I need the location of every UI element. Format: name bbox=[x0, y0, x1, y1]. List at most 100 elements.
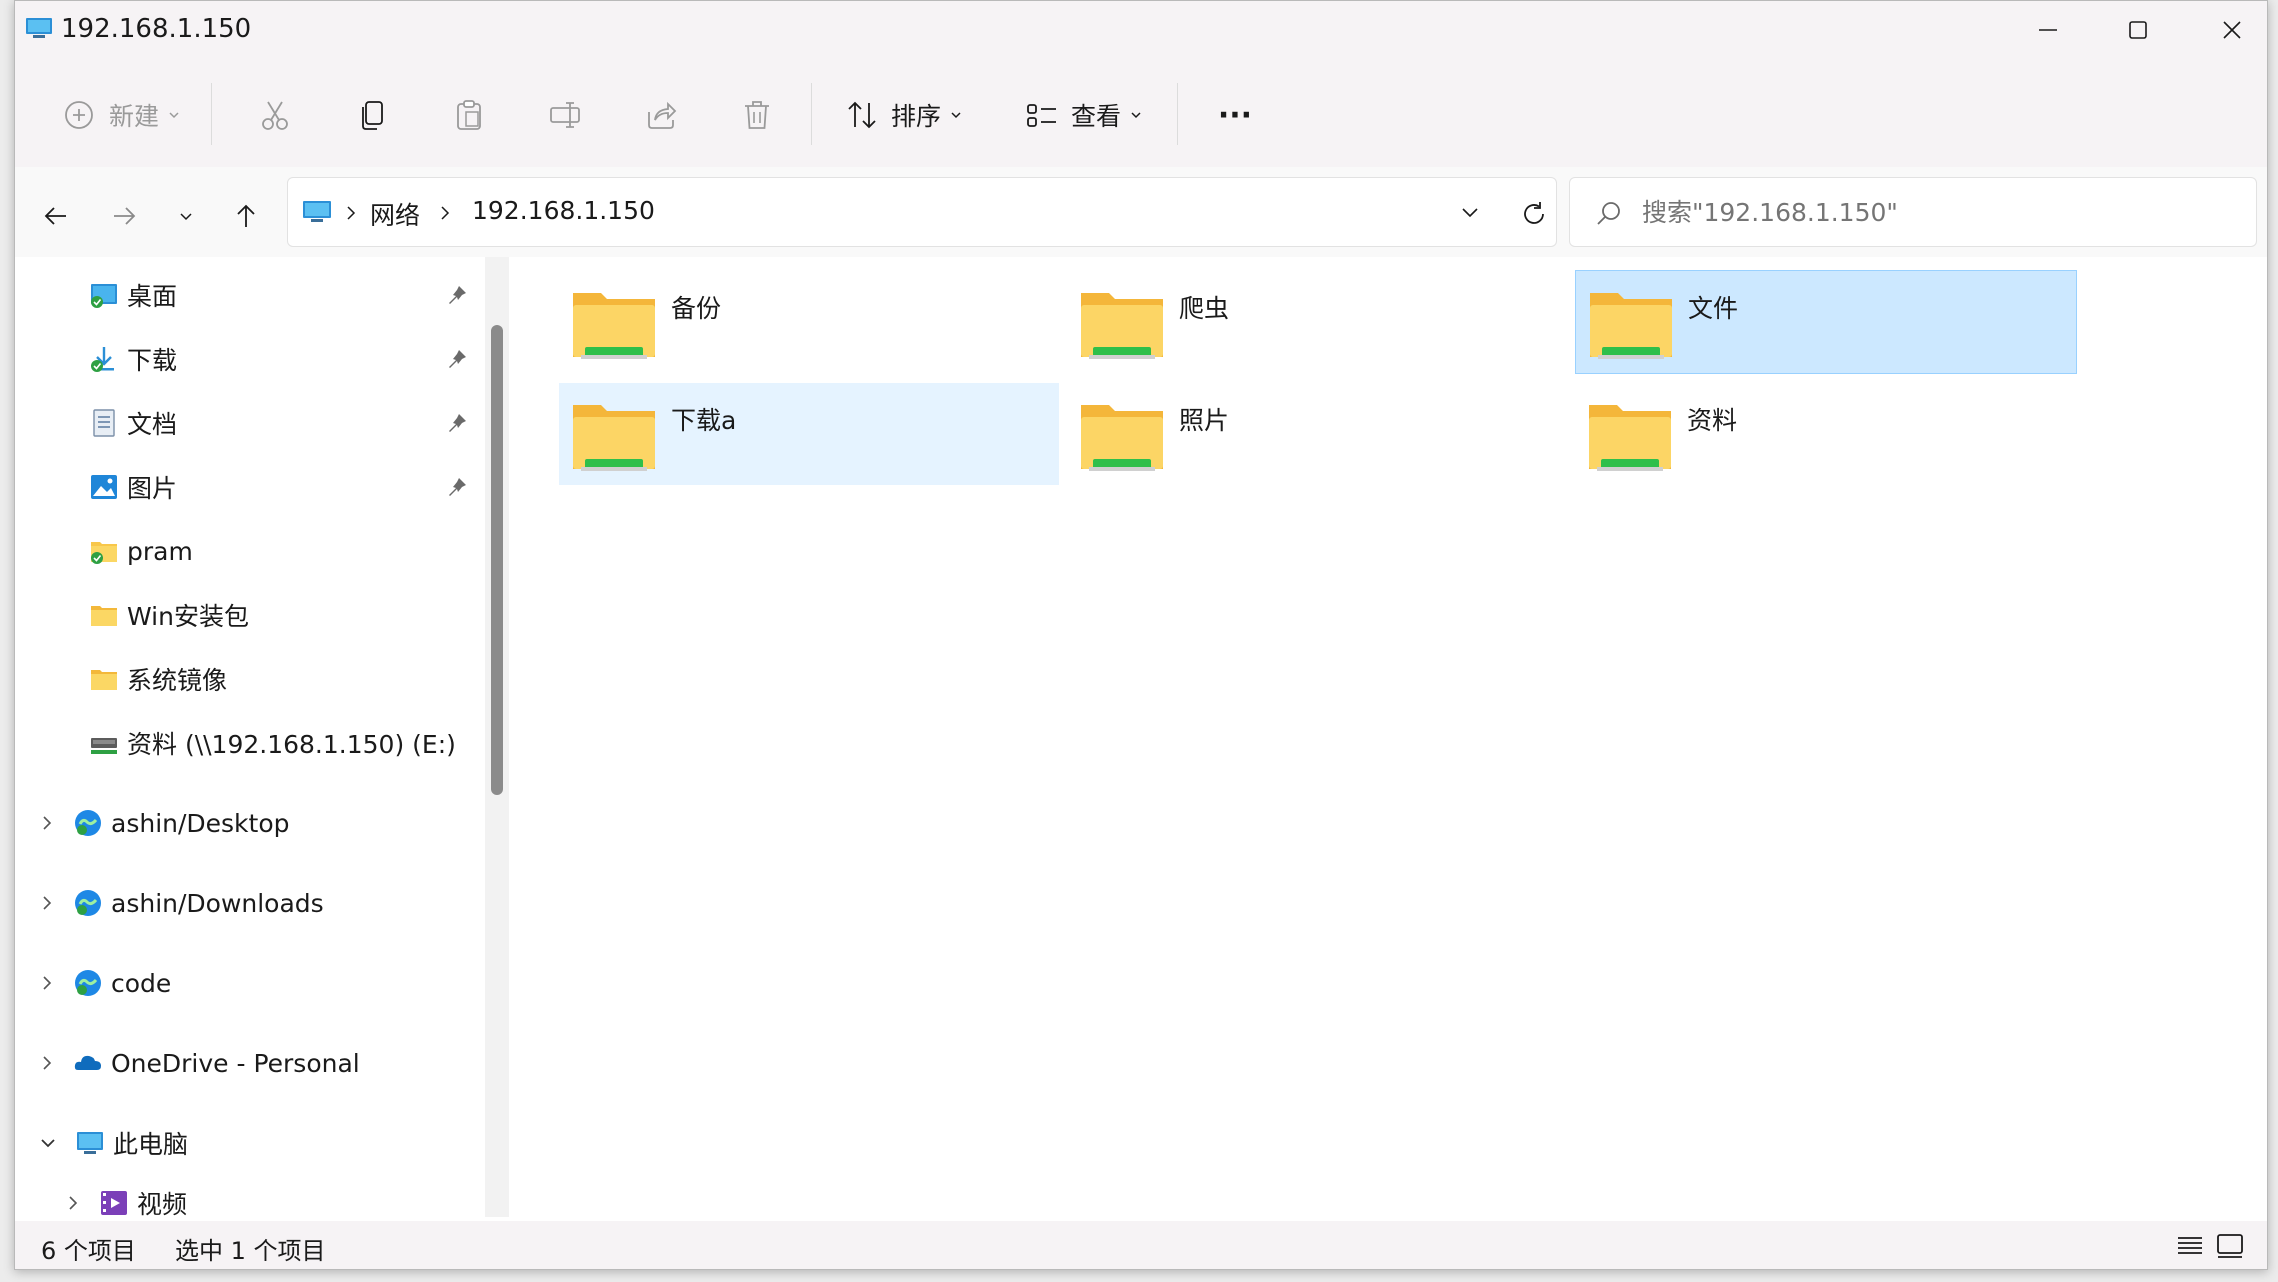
folder-tile[interactable]: 照片 bbox=[1067, 383, 1567, 485]
chevron-right-icon[interactable] bbox=[39, 1054, 55, 1072]
sidebar-item-desktop[interactable]: 桌面 bbox=[89, 269, 177, 321]
view-button-label: 查看 bbox=[1070, 102, 1121, 131]
desktop-background: 192.168.1.150 新建 排序 查看 ··· 网络 192.168.1.… bbox=[0, 0, 2278, 1282]
forward-button[interactable] bbox=[99, 191, 149, 241]
folder-name: 备份 bbox=[671, 294, 722, 323]
minimize-button[interactable] bbox=[2003, 1, 2093, 59]
computer-icon bbox=[303, 201, 331, 222]
sync-cloud-icon bbox=[75, 970, 101, 996]
folder-icon bbox=[573, 405, 655, 471]
tree-item-ashin-downloads[interactable]: ashin/Downloads bbox=[39, 877, 324, 929]
sidebar-item-label: Win安装包 bbox=[127, 602, 249, 631]
folder-tile[interactable]: 爬虫 bbox=[1067, 271, 1567, 373]
toolbar-separator bbox=[1177, 83, 1178, 145]
folder-tile[interactable]: 资料 bbox=[1575, 383, 2075, 485]
more-options-button[interactable]: ··· bbox=[1203, 87, 1267, 143]
chevron-down-icon bbox=[169, 112, 179, 119]
title-bar[interactable]: 192.168.1.150 bbox=[15, 1, 2267, 61]
folder-name: 爬虫 bbox=[1179, 294, 1230, 323]
sidebar-item-win-installers[interactable]: Win安装包 bbox=[89, 589, 249, 641]
chevron-right-icon[interactable] bbox=[65, 1194, 81, 1212]
folder-icon bbox=[573, 293, 655, 359]
view-button[interactable]: 查看 bbox=[1015, 87, 1153, 143]
refresh-icon bbox=[1524, 202, 1544, 224]
document-icon bbox=[93, 409, 115, 437]
search-box[interactable] bbox=[1569, 177, 2257, 247]
chevron-down-icon[interactable] bbox=[39, 1135, 57, 1151]
close-button[interactable] bbox=[2187, 1, 2267, 59]
scissors-icon bbox=[262, 101, 288, 130]
address-bar[interactable]: 网络 192.168.1.150 bbox=[287, 177, 1557, 247]
sidebar-item-pictures[interactable]: 图片 bbox=[89, 461, 177, 513]
refresh-button[interactable] bbox=[1509, 189, 1559, 239]
breadcrumb-network[interactable]: 网络 bbox=[370, 196, 420, 232]
rename-button[interactable] bbox=[537, 87, 593, 143]
sort-button[interactable]: 排序 bbox=[837, 87, 971, 143]
trash-icon bbox=[745, 101, 769, 129]
folder-name: 资料 bbox=[1687, 406, 1738, 435]
toolbar-separator bbox=[811, 83, 812, 145]
new-button[interactable]: 新建 bbox=[53, 87, 191, 143]
paste-button[interactable] bbox=[441, 87, 497, 143]
folder-name: 照片 bbox=[1179, 406, 1230, 435]
sidebar-item-downloads[interactable]: 下载 bbox=[89, 333, 177, 385]
folder-icon bbox=[1589, 405, 1671, 471]
breadcrumb-host[interactable]: 192.168.1.150 bbox=[472, 196, 655, 225]
share-button[interactable] bbox=[633, 87, 689, 143]
download-icon bbox=[91, 347, 114, 372]
cut-button[interactable] bbox=[247, 87, 303, 143]
video-icon bbox=[101, 1191, 127, 1215]
up-button[interactable] bbox=[221, 191, 271, 241]
chevron-right-icon[interactable] bbox=[39, 894, 55, 912]
chevron-down-icon bbox=[951, 112, 961, 119]
copy-icon bbox=[362, 101, 383, 130]
sidebar-item-system-images[interactable]: 系统镜像 bbox=[89, 653, 227, 705]
sidebar-item-label: 此电脑 bbox=[113, 1130, 189, 1159]
tree-item-this-pc[interactable]: 此电脑 bbox=[39, 1117, 188, 1169]
window-title: 192.168.1.150 bbox=[61, 14, 252, 44]
chevron-right-icon[interactable] bbox=[39, 974, 55, 992]
tiles-view-icon bbox=[2217, 1234, 2243, 1258]
file-list: 备份 爬虫 文件 下载a 照片 资料 bbox=[525, 257, 2265, 1221]
tree-item-code[interactable]: code bbox=[39, 957, 171, 1009]
large-icons-view-button[interactable] bbox=[2215, 1231, 2245, 1261]
back-button[interactable] bbox=[31, 191, 81, 241]
tree-item-ashin-desktop[interactable]: ashin/Desktop bbox=[39, 797, 290, 849]
maximize-icon bbox=[2129, 21, 2147, 39]
folder-tile[interactable]: 备份 bbox=[559, 271, 1059, 373]
main-area: 桌面 下载 文档 图片 pram Win安装包 系统镜像 资料 (\\192.1… bbox=[15, 257, 2267, 1221]
search-input[interactable] bbox=[1640, 190, 2234, 234]
arrow-up-icon bbox=[237, 204, 255, 227]
file-explorer-window: 192.168.1.150 新建 排序 查看 ··· 网络 192.168.1.… bbox=[14, 0, 2268, 1270]
onedrive-icon bbox=[74, 1055, 101, 1070]
folder-tile-hover[interactable]: 下载a bbox=[559, 383, 1059, 485]
network-drive-icon bbox=[91, 738, 117, 754]
sidebar-item-label: ashin/Desktop bbox=[111, 808, 290, 838]
folder-icon bbox=[91, 670, 117, 690]
sidebar-item-pram[interactable]: pram bbox=[89, 525, 193, 577]
sort-icon bbox=[848, 101, 876, 129]
tree-item-onedrive[interactable]: OneDrive - Personal bbox=[39, 1037, 360, 1089]
recent-locations-button[interactable] bbox=[161, 191, 211, 241]
sidebar-item-network-drive[interactable]: 资料 (\\192.168.1.150) (E:) bbox=[89, 717, 456, 769]
sidebar-item-label: 文档 bbox=[127, 410, 178, 439]
folder-icon bbox=[1081, 405, 1163, 471]
address-history-button[interactable] bbox=[1450, 194, 1490, 230]
item-count: 6 个项目 bbox=[41, 1237, 136, 1265]
details-view-button[interactable] bbox=[2175, 1231, 2205, 1261]
chevron-right-icon bbox=[347, 206, 356, 220]
sidebar-item-label: code bbox=[111, 968, 172, 998]
chevron-down-icon bbox=[180, 213, 192, 221]
chevron-right-icon[interactable] bbox=[39, 814, 55, 832]
sidebar-item-documents[interactable]: 文档 bbox=[89, 397, 177, 449]
sidebar-item-label: 视频 bbox=[137, 1190, 188, 1219]
folder-synced-icon bbox=[91, 542, 117, 564]
maximize-button[interactable] bbox=[2093, 1, 2183, 59]
list-view-icon bbox=[2178, 1237, 2202, 1254]
delete-button[interactable] bbox=[729, 87, 785, 143]
pin-icon bbox=[449, 350, 466, 368]
picture-icon bbox=[91, 475, 117, 499]
scrollbar-thumb[interactable] bbox=[491, 325, 503, 795]
folder-tile-selected[interactable]: 文件 bbox=[1575, 270, 2077, 374]
copy-button[interactable] bbox=[345, 87, 401, 143]
